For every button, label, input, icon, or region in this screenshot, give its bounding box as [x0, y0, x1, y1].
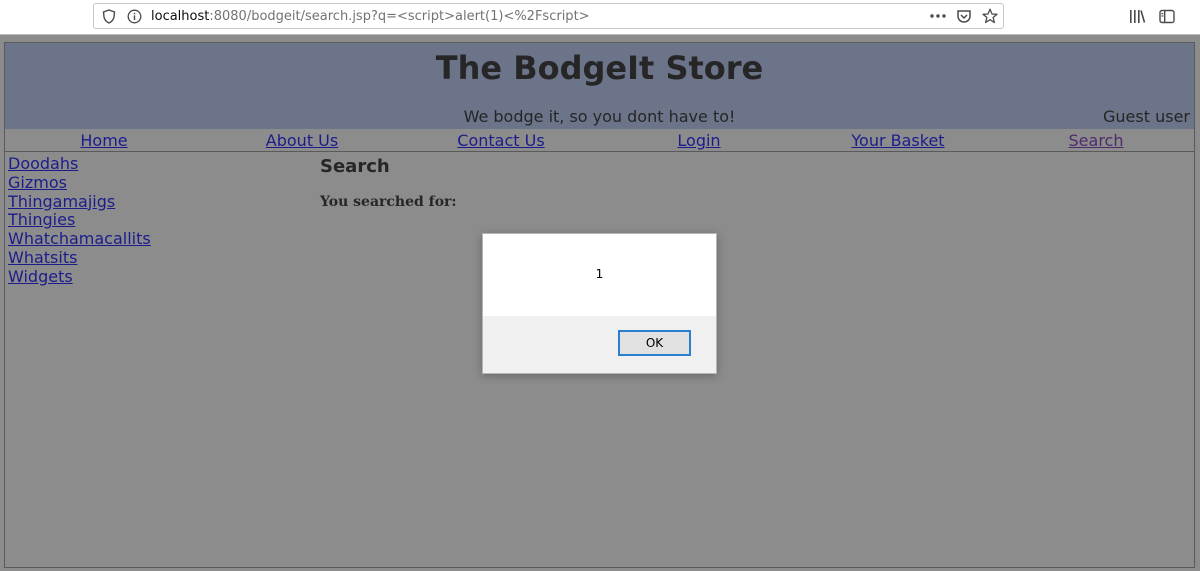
alert-message: 1	[595, 267, 604, 281]
alert-dialog: 1 OK	[482, 233, 717, 374]
sidebar-item-gizmos[interactable]: Gizmos	[8, 173, 208, 193]
pocket-icon[interactable]	[955, 7, 973, 25]
toolbar-divider	[0, 34, 1200, 35]
sidebar-item-whatchamacallits[interactable]: Whatchamacallits	[8, 229, 208, 249]
nav-login[interactable]: Login	[600, 131, 798, 150]
address-bar[interactable]: localhost:8080/bodgeit/search.jsp?q=<scr…	[93, 3, 1004, 29]
sidebar-item-widgets[interactable]: Widgets	[8, 267, 208, 287]
shield-icon[interactable]	[101, 8, 117, 24]
nav-contact-us[interactable]: Contact Us	[402, 131, 600, 150]
main-nav: Home About Us Contact Us Login Your Bask…	[5, 129, 1194, 152]
url-path: :8080/bodgeit/search.jsp?q=<script>alert…	[209, 9, 590, 24]
alert-body: 1	[483, 234, 716, 316]
sidebar-item-whatsits[interactable]: Whatsits	[8, 248, 208, 268]
user-status: Guest user	[1103, 107, 1190, 126]
browser-toolbar: localhost:8080/bodgeit/search.jsp?q=<scr…	[0, 0, 1200, 34]
sidebar-item-thingies[interactable]: Thingies	[8, 211, 208, 230]
library-icon[interactable]	[1128, 7, 1146, 25]
site-title: The BodgeIt Store	[435, 49, 764, 87]
url-host: localhost	[151, 9, 210, 24]
nav-home[interactable]: Home	[5, 131, 203, 150]
search-query-label: You searched for:	[320, 194, 457, 210]
ok-button[interactable]: OK	[618, 330, 691, 356]
sidebar-icon[interactable]	[1158, 7, 1176, 25]
nav-about-us[interactable]: About Us	[203, 131, 401, 150]
more-icon[interactable]	[929, 8, 947, 24]
category-sidebar: Doodahs Gizmos Thingamajigs Thingies Wha…	[8, 154, 208, 287]
nav-search[interactable]: Search	[997, 131, 1195, 150]
star-icon[interactable]	[981, 7, 999, 25]
info-icon[interactable]	[126, 8, 142, 24]
sidebar-item-thingamajigs[interactable]: Thingamajigs	[8, 192, 208, 212]
site-header: The BodgeIt Store We bodge it, so you do…	[5, 43, 1194, 129]
url-text[interactable]: localhost:8080/bodgeit/search.jsp?q=<scr…	[151, 9, 590, 25]
page-title: Search	[320, 156, 390, 177]
nav-your-basket[interactable]: Your Basket	[799, 131, 997, 150]
sidebar-item-doodahs[interactable]: Doodahs	[8, 154, 208, 174]
site-tagline: We bodge it, so you dont have to!	[463, 107, 736, 126]
